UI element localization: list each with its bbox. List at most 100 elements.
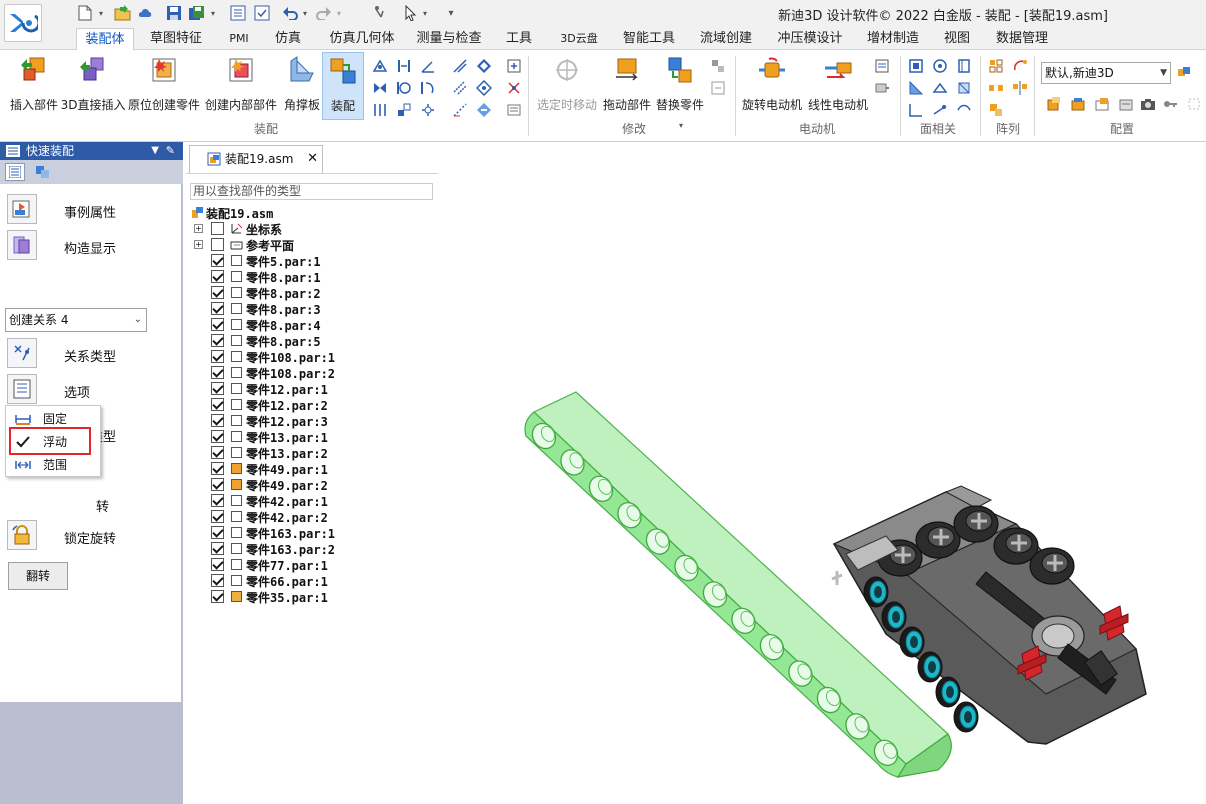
config-select[interactable]: 默认,新迪3D ▼	[1041, 62, 1171, 84]
redo-dropdown-icon[interactable]: ▾	[334, 4, 344, 22]
3d-viewport[interactable]: 用以查找部件的类型 装配19.asm + 坐标系 + 参考平面 零件5.par:1 零件8.…	[186, 174, 1206, 804]
tab-sim-geometry[interactable]: 仿真几何体	[322, 28, 402, 50]
tab-pmi[interactable]: PMI	[222, 28, 256, 50]
offset-float-option[interactable]: 浮动	[10, 432, 98, 452]
drag-part-button[interactable]: 拖动部件	[602, 54, 652, 113]
relation-diamond-icon[interactable]	[476, 58, 492, 74]
face-relate-3-icon[interactable]	[956, 58, 972, 74]
gray-gearbox-assembly[interactable]	[831, 485, 1147, 745]
face-relate-1-icon[interactable]	[908, 58, 924, 74]
tree-checkbox-checked[interactable]	[211, 318, 224, 331]
config-key-icon[interactable]	[1162, 96, 1178, 112]
cloud-icon[interactable]	[136, 4, 154, 22]
config-dots-icon[interactable]	[1186, 96, 1202, 112]
tree-checkbox-checked[interactable]	[211, 414, 224, 427]
tree-checkbox-checked[interactable]	[211, 494, 224, 507]
relation-axial-icon[interactable]	[372, 58, 388, 74]
close-tab-icon[interactable]: ✕	[307, 146, 318, 172]
relation-planar-icon[interactable]	[372, 80, 388, 96]
help-icon[interactable]	[370, 4, 390, 22]
undo-dropdown-icon[interactable]: ▾	[300, 4, 310, 22]
pattern-circular-icon[interactable]	[1012, 58, 1028, 74]
tree-checkbox-checked[interactable]	[211, 574, 224, 587]
create-internal-button[interactable]: 创建内部部件	[204, 54, 278, 113]
tree-checkbox-checked[interactable]	[211, 446, 224, 459]
offset-range-option[interactable]: 范围	[10, 455, 98, 475]
relation-parallel-icon[interactable]	[372, 102, 388, 118]
tab-sketch-feature[interactable]: 草图特征	[140, 28, 212, 50]
tab-simulation[interactable]: 仿真	[266, 28, 310, 50]
pattern-rect-icon[interactable]	[988, 58, 1004, 74]
panel-tab-list[interactable]	[5, 163, 25, 181]
relation-cam-icon[interactable]	[420, 80, 436, 96]
document-tab[interactable]: 装配19.asm ✕	[189, 145, 323, 173]
tab-assembly[interactable]: 装配体	[76, 28, 134, 51]
face-relate-5-icon[interactable]	[932, 80, 948, 96]
assemble-button[interactable]: 装配	[322, 52, 364, 120]
tree-checkbox-checked[interactable]	[211, 366, 224, 379]
tree-checkbox-checked[interactable]	[211, 398, 224, 411]
relation-select[interactable]: 创建关系 4 ⌄	[5, 308, 147, 332]
tab-data-management[interactable]: 数据管理	[990, 28, 1054, 50]
tab-additive[interactable]: 增材制造	[862, 28, 924, 50]
relation-path-icon[interactable]	[452, 102, 468, 118]
part-search-input[interactable]: 用以查找部件的类型	[190, 183, 433, 200]
gusset-button[interactable]: 角撑板	[280, 54, 324, 113]
motor-small-2-icon[interactable]	[874, 80, 890, 96]
redo-icon[interactable]	[314, 4, 334, 22]
tab-view[interactable]: 视图	[936, 28, 978, 50]
save-icon[interactable]	[164, 4, 184, 22]
face-relate-4-icon[interactable]	[908, 80, 924, 96]
green-beam-part[interactable]	[524, 391, 952, 778]
face-relate-7-icon[interactable]	[908, 102, 924, 118]
app-logo-icon[interactable]	[4, 4, 42, 42]
config-4-icon[interactable]	[1118, 96, 1134, 112]
tree-checkbox-checked[interactable]	[211, 558, 224, 571]
pattern-duplicate-icon[interactable]	[988, 102, 1004, 118]
face-relate-6-icon[interactable]	[956, 80, 972, 96]
assembly-3d-scene[interactable]	[186, 174, 1206, 804]
save-all-icon[interactable]	[186, 4, 208, 22]
tree-checkbox-checked[interactable]	[211, 542, 224, 555]
tab-tools[interactable]: 工具	[500, 28, 538, 50]
tab-flow-create[interactable]: 流域创建	[694, 28, 758, 50]
tree-checkbox-checked[interactable]	[211, 334, 224, 347]
tree-checkbox-checked[interactable]	[211, 510, 224, 523]
capture-fit-icon[interactable]	[506, 58, 522, 74]
tree-checkbox[interactable]	[211, 238, 224, 251]
relation-slash-icon[interactable]	[452, 58, 468, 74]
relation-mate-icon[interactable]	[396, 58, 412, 74]
replace-part-button[interactable]: 替换零件	[654, 54, 706, 113]
camera-icon[interactable]	[1140, 96, 1156, 112]
linear-motor-button[interactable]: 线性电动机	[806, 54, 870, 113]
insert-part-button[interactable]: 插入部件	[6, 54, 62, 113]
construct-display-button[interactable]	[7, 230, 37, 260]
tree-checkbox-checked[interactable]	[211, 526, 224, 539]
select-cursor-icon[interactable]	[402, 4, 420, 22]
config-3-icon[interactable]	[1094, 96, 1110, 112]
show-relations-icon[interactable]	[506, 80, 522, 96]
tab-3d-cloud[interactable]: 3D云盘	[550, 28, 608, 50]
tab-smart-tools[interactable]: 智能工具	[618, 28, 680, 50]
new-dropdown-icon[interactable]: ▾	[96, 4, 106, 22]
tab-stamping-die[interactable]: 冲压模设计	[770, 28, 850, 50]
direct-insert-3d-button[interactable]: 3D直接插入	[61, 54, 125, 113]
save-dropdown-icon[interactable]: ▾	[208, 4, 218, 22]
select-move-button[interactable]: 选定时移动	[536, 54, 598, 113]
instance-properties-button[interactable]	[7, 194, 37, 224]
panel-menu-icon[interactable]: ▼	[151, 142, 159, 160]
panel-tab-assembly[interactable]	[32, 163, 54, 181]
config-1-icon[interactable]	[1046, 96, 1062, 112]
face-relate-2-icon[interactable]	[932, 58, 948, 74]
undo-icon[interactable]	[280, 4, 300, 22]
create-in-place-button[interactable]: 原位创建零件	[126, 54, 202, 113]
relation-center-icon[interactable]	[476, 80, 492, 96]
offset-fixed-option[interactable]: 固定	[10, 409, 98, 429]
tree-checkbox-checked[interactable]	[211, 430, 224, 443]
motor-small-1-icon[interactable]	[874, 58, 890, 74]
customize-qa-icon[interactable]: ▾	[444, 4, 458, 22]
flip-button[interactable]: 翻转	[8, 562, 68, 590]
relation-align-icon[interactable]	[452, 80, 468, 96]
pin-icon[interactable]: ✎	[166, 142, 175, 160]
select-dropdown-icon[interactable]: ▾	[420, 4, 430, 22]
